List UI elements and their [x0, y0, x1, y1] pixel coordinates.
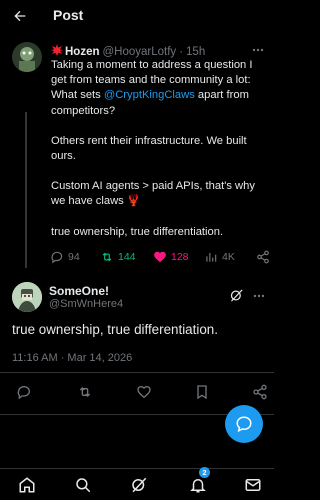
messages-icon	[245, 479, 261, 491]
nav-messages[interactable]	[241, 473, 265, 497]
top-bar: Post	[0, 0, 274, 32]
thread-connector	[25, 112, 27, 268]
divider	[0, 372, 274, 373]
post-age[interactable]: 15h	[186, 46, 205, 58]
share-icon	[253, 384, 267, 400]
meta-separator: ·	[179, 45, 184, 58]
back-button[interactable]	[8, 4, 32, 28]
repost-icon	[102, 252, 112, 262]
more-icon	[252, 48, 264, 52]
mention-link[interactable]: @CryptKingClaws	[104, 89, 195, 101]
like-button[interactable]: 128	[153, 250, 189, 264]
home-icon	[19, 477, 35, 493]
parent-post[interactable]: Hozen @HooyarLotfy · 15h Taking a moment…	[0, 34, 274, 274]
repost-icon	[79, 387, 91, 397]
author-handle[interactable]: @SmWnHere4	[49, 298, 123, 310]
post-paragraph: true ownership, true differentiation.	[51, 225, 224, 238]
arrow-left-icon	[14, 10, 26, 22]
nav-grok[interactable]	[127, 473, 151, 497]
heart-icon	[137, 385, 151, 399]
bookmark-button[interactable]	[194, 384, 210, 405]
reply-icon	[17, 385, 30, 400]
notification-badge: 2	[199, 467, 210, 478]
more-icon	[253, 294, 265, 298]
repost-count: 144	[118, 251, 136, 263]
bottom-nav: 2	[0, 467, 274, 500]
author-handle[interactable]: @HooyarLotfy	[103, 46, 177, 58]
nav-notifications[interactable]: 2	[186, 467, 210, 497]
grok-icon	[132, 477, 147, 493]
nav-home[interactable]	[15, 473, 39, 497]
views-count: 4K	[222, 251, 235, 263]
share-button[interactable]	[252, 384, 268, 405]
avatar[interactable]	[12, 282, 42, 312]
author-name[interactable]: SomeOne!	[49, 284, 109, 298]
views-icon	[206, 252, 217, 262]
heart-filled-icon	[154, 251, 166, 263]
post-paragraph: Custom AI agents > paid APIs, that's why…	[51, 180, 255, 208]
share-icon	[257, 250, 269, 264]
search-icon	[76, 478, 91, 493]
more-options-button[interactable]	[253, 289, 265, 307]
avatar[interactable]	[12, 42, 42, 72]
bookmark-icon	[197, 385, 207, 400]
like-button[interactable]	[136, 384, 152, 405]
reply-button[interactable]: 94	[50, 250, 80, 264]
chat-bubble-icon	[236, 416, 252, 433]
post-paragraph: Taking a moment to address a question I …	[51, 59, 253, 117]
author-name[interactable]: Hozen	[65, 46, 100, 58]
repost-button[interactable]: 144	[100, 250, 136, 264]
compose-reply-button[interactable]	[225, 405, 263, 443]
grok-button[interactable]	[229, 288, 244, 308]
repost-button[interactable]	[77, 384, 93, 405]
post-paragraph: Others rent their infrastructure. We bui…	[51, 134, 247, 163]
post-meta: Hozen @HooyarLotfy · 15h	[51, 44, 205, 59]
share-button[interactable]	[256, 250, 270, 264]
burst-icon	[51, 44, 63, 59]
reply-button[interactable]	[16, 384, 32, 405]
post-body: Taking a moment to address a question I …	[51, 58, 266, 255]
post-text: true ownership, true differentiation.	[12, 322, 218, 337]
views-button[interactable]: 4K	[204, 250, 235, 264]
grok-icon	[230, 289, 243, 302]
post-timestamp: 11:16 AM · Mar 14, 2026	[12, 352, 133, 364]
reply-count: 94	[68, 251, 80, 263]
post-actions: 94 144 128 4K	[46, 250, 272, 268]
notifications-icon	[190, 479, 206, 493]
more-options-button[interactable]	[252, 44, 264, 59]
reply-icon	[51, 251, 63, 264]
page-title: Post	[53, 7, 84, 23]
nav-search[interactable]	[71, 473, 95, 497]
focused-post-actions	[0, 384, 274, 406]
like-count: 128	[171, 251, 189, 263]
